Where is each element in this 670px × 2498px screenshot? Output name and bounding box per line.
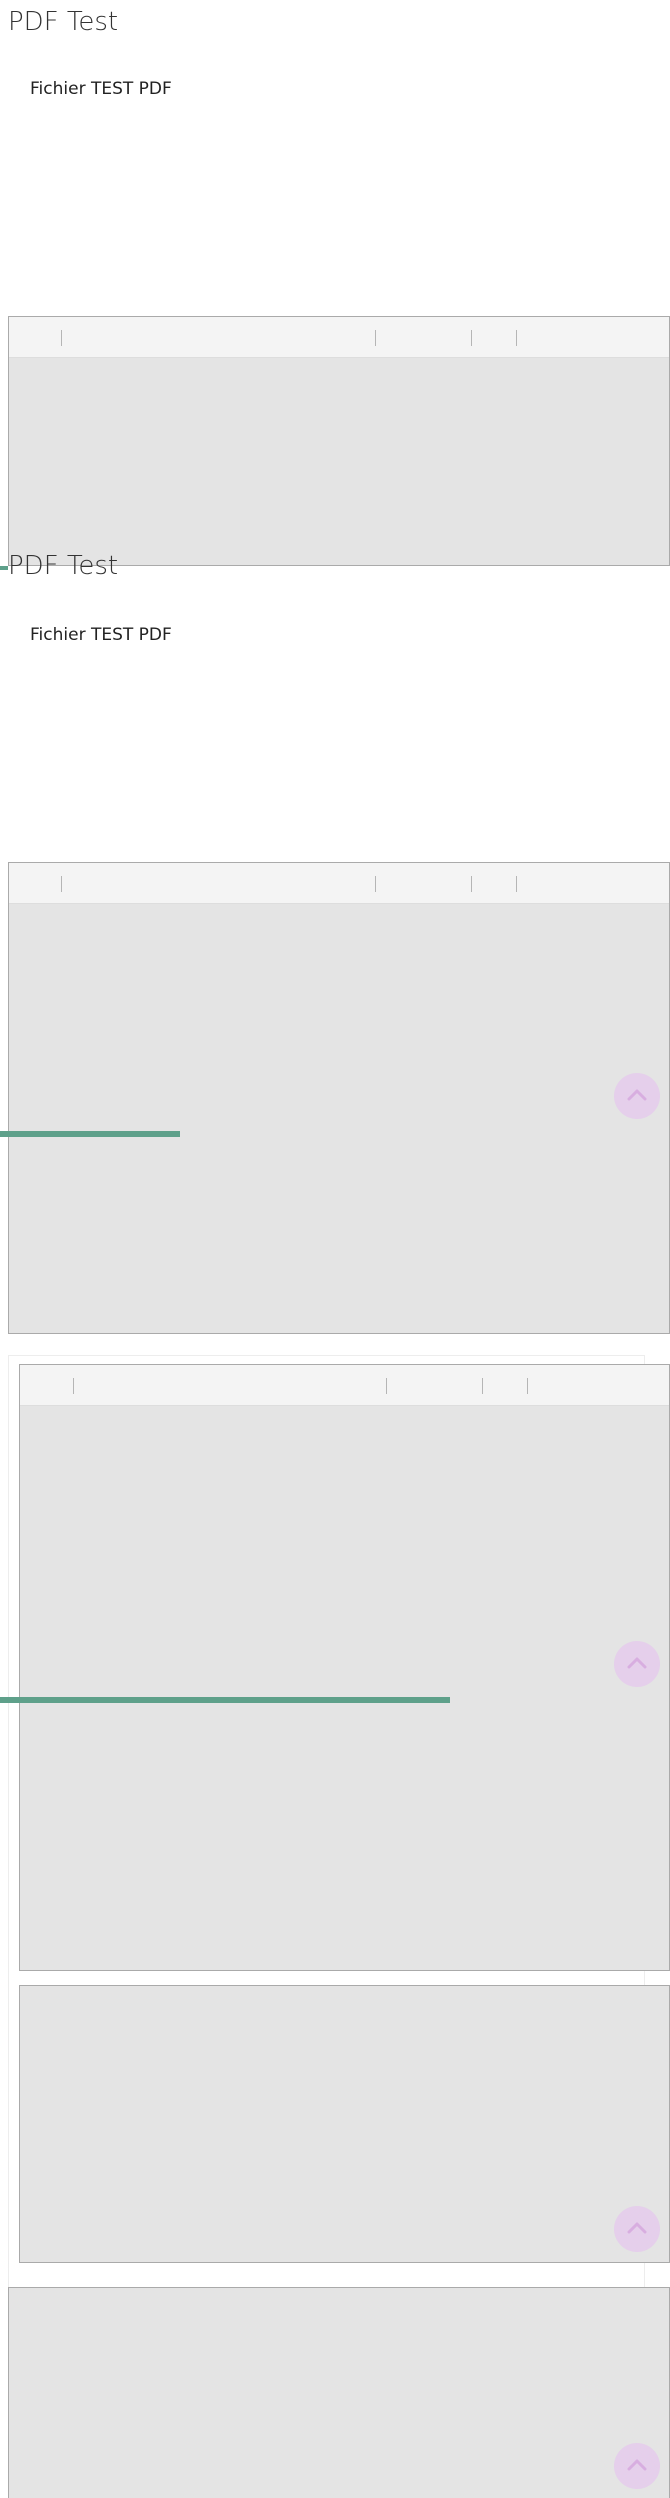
file-description: Fichier TEST PDF (30, 79, 172, 99)
scroll-top-button[interactable] (614, 2443, 660, 2489)
scroll-top-button[interactable] (614, 1073, 660, 1119)
loading-progress-bar (0, 566, 8, 570)
chevron-up-icon (627, 1657, 647, 1669)
scroll-top-button[interactable] (614, 2206, 660, 2252)
toolbar-separator (482, 1378, 483, 1394)
toolbar-separator (471, 330, 472, 346)
toolbar-separator (516, 330, 517, 346)
toolbar-separator (527, 1378, 528, 1394)
pdf-toolbar (9, 317, 669, 358)
toolbar-separator (386, 1378, 387, 1394)
toolbar-separator (375, 330, 376, 346)
chevron-up-icon (627, 1089, 647, 1101)
toolbar-separator (61, 330, 62, 346)
toolbar-separator (516, 876, 517, 892)
chevron-up-icon (627, 2222, 647, 2234)
chevron-up-icon (627, 2459, 647, 2471)
scroll-top-button[interactable] (614, 1641, 660, 1687)
toolbar-separator (375, 876, 376, 892)
page-title: PDF Test (8, 551, 119, 581)
pdf-toolbar (20, 1365, 669, 1406)
pdf-viewer[interactable] (19, 1985, 670, 2263)
pdf-viewer[interactable] (8, 2287, 670, 2498)
pdf-viewer[interactable] (8, 862, 670, 1334)
pdf-toolbar (9, 863, 669, 904)
pdf-viewer[interactable] (8, 316, 670, 566)
file-description: Fichier TEST PDF (30, 625, 172, 645)
toolbar-separator (61, 876, 62, 892)
loading-progress-bar (0, 1697, 450, 1703)
page-title: PDF Test (8, 7, 119, 37)
toolbar-separator (471, 876, 472, 892)
loading-progress-bar (0, 1131, 180, 1137)
toolbar-separator (73, 1378, 74, 1394)
pdf-viewer[interactable] (19, 1364, 670, 1971)
